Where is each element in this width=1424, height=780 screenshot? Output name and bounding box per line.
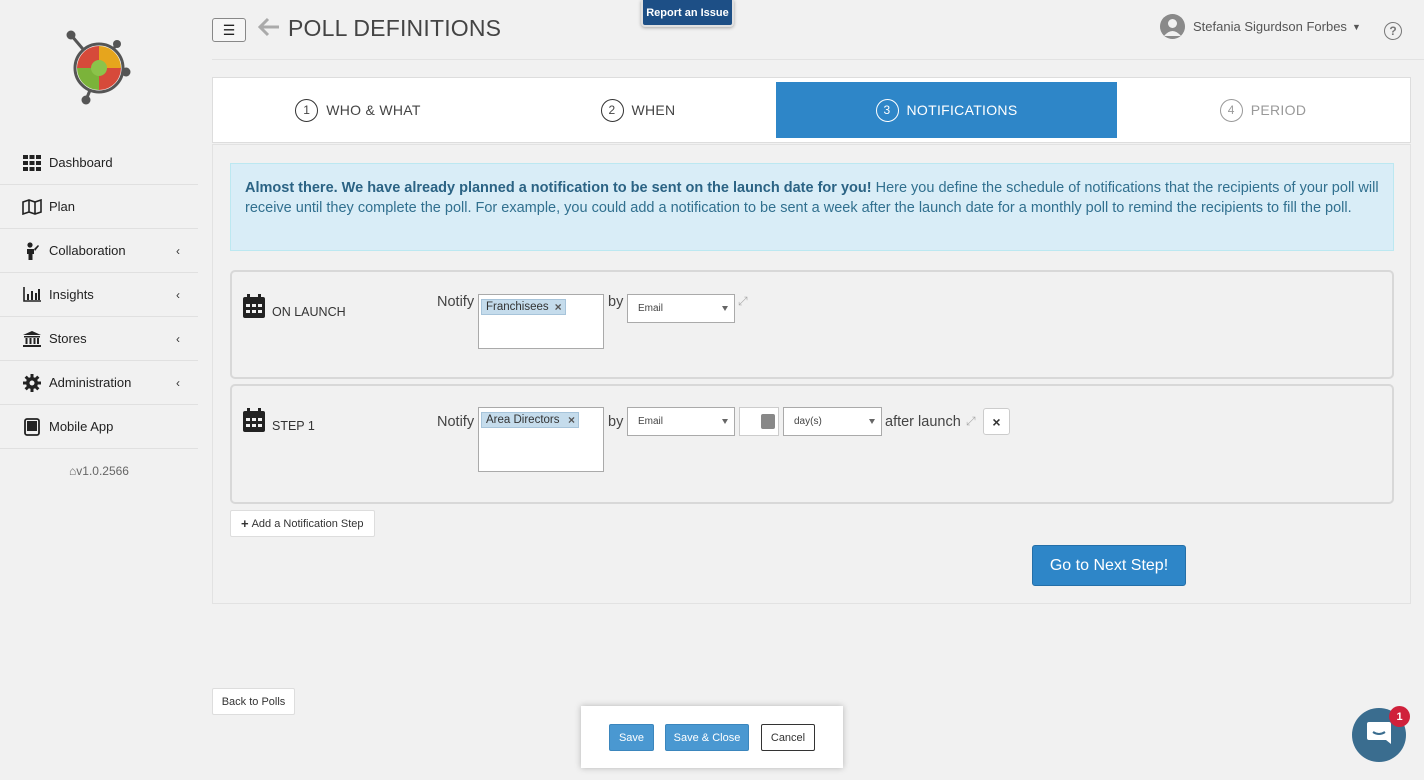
chevron-left-icon: ‹: [176, 332, 180, 346]
notification-step-1: STEP 1 Notify Area Directors × by Email …: [230, 384, 1394, 504]
step-number: 3: [875, 98, 899, 122]
wizard-steps: 1 WHO & WHAT 2 WHEN 3 NOTIFICATIONS 4 PE…: [212, 77, 1411, 143]
calendar-icon: [243, 294, 265, 318]
sidebar: Dashboard Plan Collaboration ‹ Insights …: [0, 0, 198, 780]
chat-icon: [1366, 721, 1392, 750]
sidebar-item-label: Administration: [49, 375, 132, 390]
report-issue-button[interactable]: Report an Issue: [641, 0, 734, 27]
back-to-polls-button[interactable]: Back to Polls: [212, 688, 295, 715]
add-notification-step-button[interactable]: + Add a Notification Step: [230, 510, 375, 537]
sidebar-item-dashboard[interactable]: Dashboard: [0, 141, 198, 185]
tab-label: NOTIFICATIONS: [906, 102, 1018, 118]
caret-down-icon: [869, 419, 875, 424]
sidebar-item-label: Collaboration: [49, 243, 126, 258]
info-alert: Almost there. We have already planned a …: [230, 163, 1394, 251]
channel-select[interactable]: Email: [627, 294, 735, 323]
sidebar-nav: Dashboard Plan Collaboration ‹ Insights …: [0, 141, 198, 449]
header-divider: [212, 59, 1424, 60]
step-label: ON LAUNCH: [272, 305, 346, 319]
alert-heading: Almost there. We have already planned a …: [245, 180, 872, 196]
notification-badge: 1: [1389, 706, 1410, 727]
sidebar-item-collaboration[interactable]: Collaboration ‹: [0, 229, 198, 273]
recipient-tag: Franchisees ×: [481, 299, 566, 315]
bank-icon: [22, 329, 42, 349]
notify-label: Notify: [437, 414, 475, 430]
notification-step-launch: ON LAUNCH Notify Franchisees × by Email …: [230, 270, 1394, 379]
stepper-icon: [761, 414, 775, 429]
hamburger-icon: ☰: [222, 21, 236, 38]
tablet-icon: [22, 417, 42, 437]
map-icon: [22, 197, 42, 217]
recipients-select[interactable]: Area Directors ×: [478, 407, 604, 472]
by-label: by: [608, 414, 624, 430]
delay-unit-select[interactable]: day(s): [783, 407, 882, 436]
step-number: 2: [600, 98, 624, 122]
chevron-left-icon: ‹: [176, 288, 180, 302]
recipient-tag: Area Directors ×: [481, 412, 579, 428]
after-launch-label: after launch: [885, 414, 961, 430]
sidebar-item-administration[interactable]: Administration ‹: [0, 361, 198, 405]
chevron-left-icon: ‹: [176, 244, 180, 258]
sidebar-item-label: Mobile App: [49, 419, 114, 434]
page-title: POLL DEFINITIONS: [288, 15, 502, 41]
user-name: Stefania Sigurdson Forbes: [1193, 19, 1347, 34]
tab-when[interactable]: 2 WHEN: [503, 82, 773, 138]
person-icon: [22, 241, 42, 261]
tab-label: PERIOD: [1250, 102, 1307, 118]
step-number: 4: [1219, 98, 1243, 122]
app-version: ⌂v1.0.2566: [69, 464, 129, 478]
plus-icon: +: [241, 516, 249, 531]
expand-icon[interactable]: ⤢: [966, 414, 976, 429]
remove-tag-icon[interactable]: ×: [568, 414, 575, 426]
recipients-select[interactable]: Franchisees ×: [478, 294, 604, 349]
tab-label: WHO & WHAT: [326, 102, 421, 118]
delete-step-button[interactable]: ×: [983, 408, 1010, 435]
notifications-panel: Almost there. We have already planned a …: [212, 144, 1411, 604]
next-step-button[interactable]: Go to Next Step!: [1032, 545, 1186, 586]
sidebar-item-label: Insights: [49, 287, 94, 302]
help-icon[interactable]: ?: [1384, 22, 1402, 40]
caret-down-icon: ▼: [1351, 21, 1361, 32]
sidebar-item-label: Plan: [49, 199, 76, 214]
grid-icon: [22, 153, 42, 173]
calendar-icon: [243, 408, 265, 432]
back-arrow-icon[interactable]: [257, 16, 280, 44]
sidebar-item-plan[interactable]: Plan: [0, 185, 198, 229]
notify-label: Notify: [437, 294, 475, 310]
caret-down-icon: [722, 419, 728, 424]
channel-select[interactable]: Email: [627, 407, 735, 436]
sidebar-item-label: Stores: [49, 331, 87, 346]
gear-icon: [22, 373, 42, 393]
save-toolbar: Save Save & Close Cancel: [581, 706, 843, 768]
step-label: STEP 1: [272, 419, 315, 433]
tab-period[interactable]: 4 PERIOD: [1123, 82, 1403, 138]
cancel-button[interactable]: Cancel: [761, 724, 815, 751]
save-button[interactable]: Save: [609, 724, 654, 751]
menu-toggle-button[interactable]: ☰: [212, 18, 246, 42]
step-number: 1: [295, 98, 319, 122]
chevron-left-icon: ‹: [176, 376, 180, 390]
tab-who-what[interactable]: 1 WHO & WHAT: [213, 82, 503, 138]
sidebar-item-label: Dashboard: [49, 155, 113, 170]
remove-tag-icon[interactable]: ×: [555, 301, 562, 313]
sidebar-item-mobile-app[interactable]: Mobile App: [0, 405, 198, 449]
sidebar-item-insights[interactable]: Insights ‹: [0, 273, 198, 317]
user-menu[interactable]: Stefania Sigurdson Forbes ▼: [1160, 14, 1361, 39]
tab-label: WHEN: [631, 102, 676, 118]
sidebar-item-stores[interactable]: Stores ‹: [0, 317, 198, 361]
caret-down-icon: [722, 306, 728, 311]
bar-chart-icon: [22, 285, 42, 305]
tab-notifications[interactable]: 3 NOTIFICATIONS: [776, 82, 1117, 138]
avatar: [1160, 14, 1185, 39]
app-logo[interactable]: [62, 28, 136, 108]
save-close-button[interactable]: Save & Close: [665, 724, 749, 751]
delay-amount-input[interactable]: [739, 407, 779, 436]
by-label: by: [608, 294, 624, 310]
expand-icon[interactable]: ⤢: [738, 294, 748, 309]
